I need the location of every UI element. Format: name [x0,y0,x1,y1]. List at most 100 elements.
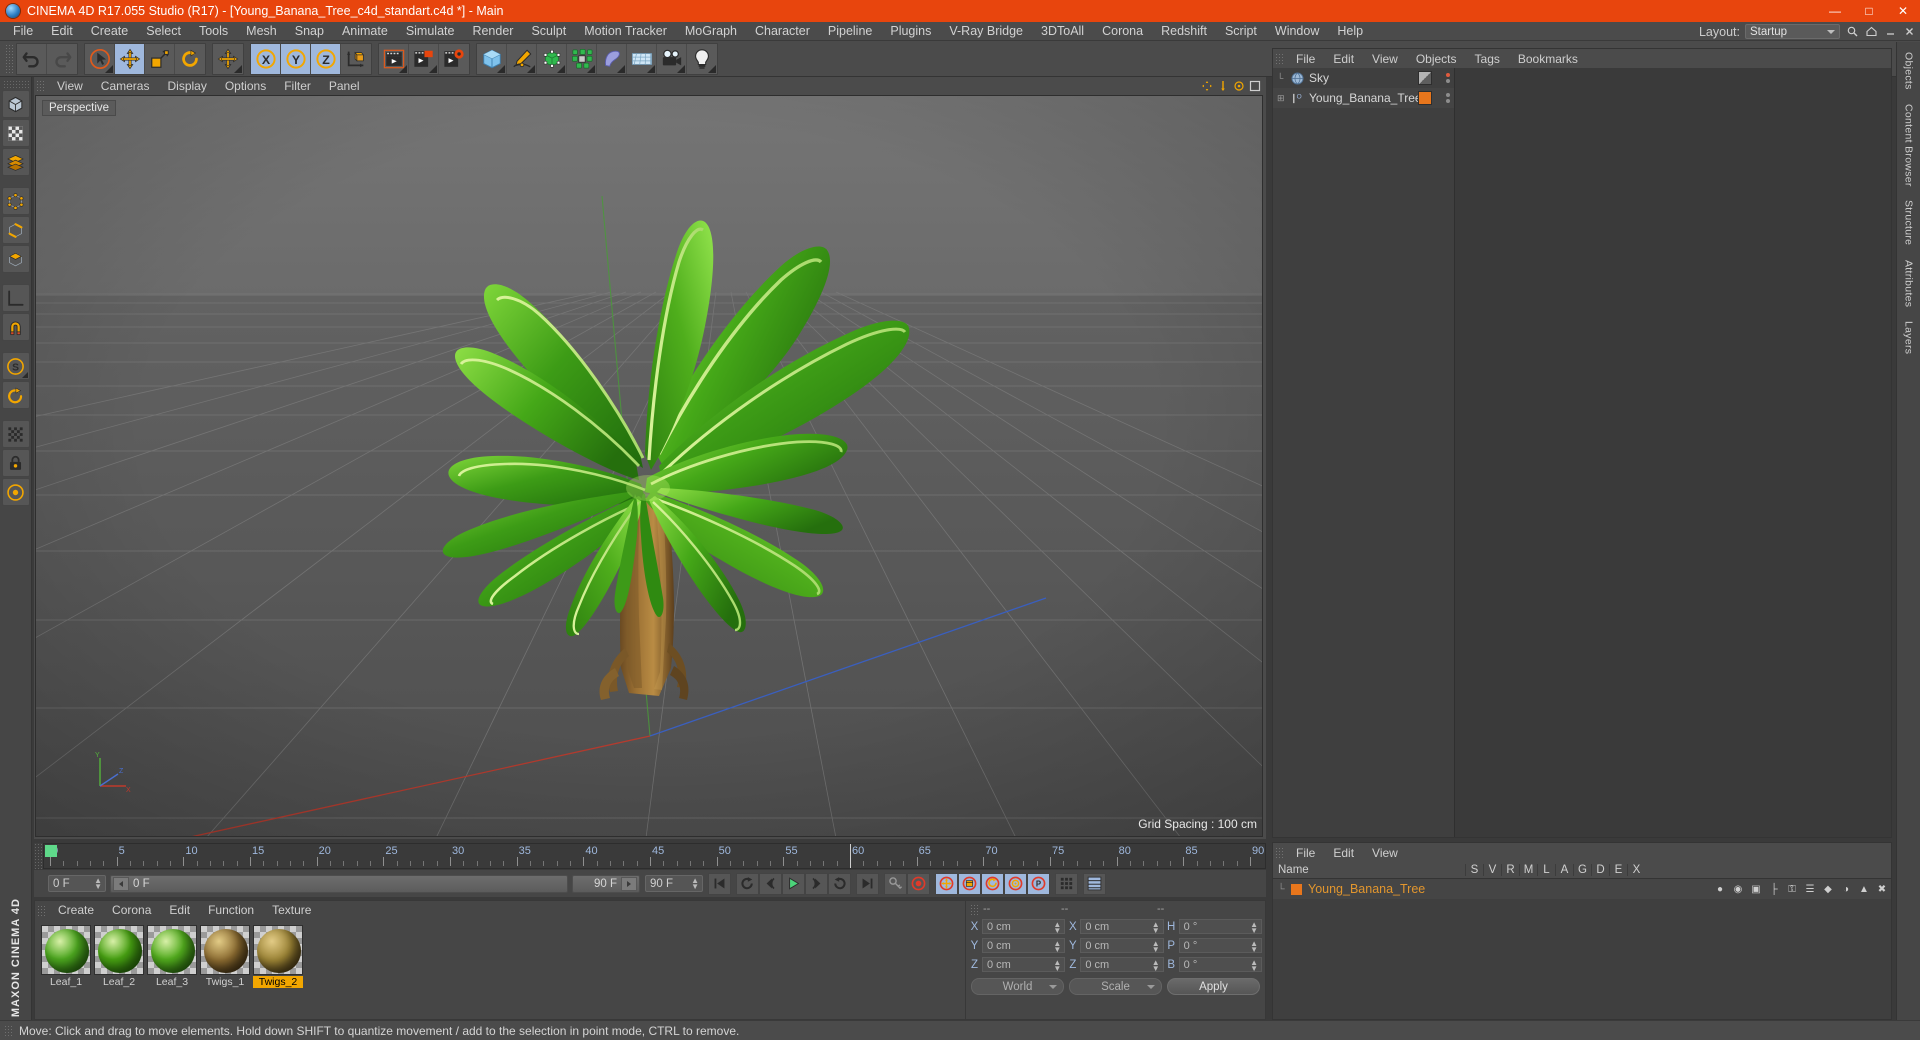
scrubber-knob[interactable] [113,876,129,891]
preview-range-end-field[interactable]: 90 F [572,874,640,893]
material-item[interactable]: Twigs_2 [253,925,303,988]
material-item[interactable]: Leaf_3 [147,925,197,988]
point-mode-tool[interactable] [1,187,30,215]
layer-column-l[interactable]: L [1537,864,1555,876]
object-menu-view[interactable]: View [1363,52,1407,66]
dock-tab-attributes[interactable]: Attributes [1903,253,1915,314]
lock-axis-tool[interactable] [1,449,30,477]
dock-tab-content-browser[interactable]: Content Browser [1903,97,1915,194]
position-input[interactable]: 0 cm ▲ ▼ [982,957,1066,973]
layer-column-a[interactable]: A [1555,864,1573,876]
model-mode-tool[interactable] [1,90,30,118]
layer-column-r[interactable]: R [1501,864,1519,876]
expand-icon[interactable]: ⊞ [1277,93,1291,104]
layer-column-v[interactable]: V [1483,864,1501,876]
menu-corona[interactable]: Corona [1093,22,1152,41]
record-position-button[interactable] [935,872,958,895]
polygon-mode-tool[interactable] [1,245,30,273]
object-menu-edit[interactable]: Edit [1324,52,1363,66]
layer-flag-a-icon[interactable]: ☰ [1801,884,1819,895]
menu-window[interactable]: Window [1266,22,1328,41]
material-preview[interactable] [41,925,91,975]
size-input[interactable]: 0 cm ▲ ▼ [1080,919,1164,935]
record-button[interactable] [907,872,930,895]
end-frame-field[interactable]: 90 F ▲ ▼ [645,875,703,892]
rotation-input[interactable]: 0 ° ▲ ▼ [1178,919,1262,935]
menu-3dtoall[interactable]: 3DToAll [1032,22,1093,41]
preview-range-knob[interactable] [621,876,637,891]
material-menu-create[interactable]: Create [49,903,103,917]
menu-redshift[interactable]: Redshift [1152,22,1216,41]
render-view-button[interactable] [379,43,409,74]
autokey-toggle[interactable] [884,872,907,895]
layer-name[interactable]: Young_Banana_Tree [1308,882,1425,896]
menu-select[interactable]: Select [137,22,190,41]
menu-script[interactable]: Script [1216,22,1266,41]
menu-edit[interactable]: Edit [42,22,82,41]
menu-file[interactable]: File [4,22,42,41]
add-cube-button[interactable] [477,43,507,74]
dolly-icon[interactable] [1216,79,1230,93]
minimize-panel-icon[interactable] [1883,25,1897,39]
menu-snap[interactable]: Snap [286,22,333,41]
viewport-menu-cameras[interactable]: Cameras [92,79,159,93]
menu-motion-tracker[interactable]: Motion Tracker [575,22,676,41]
menu-help[interactable]: Help [1328,22,1372,41]
material-preview[interactable] [200,925,250,975]
layer-column-x[interactable]: X [1627,864,1645,876]
spinner-icon[interactable]: ▲ ▼ [94,877,102,891]
step-back-button[interactable] [759,872,782,895]
material-menu-corona[interactable]: Corona [103,903,160,917]
spinner-icon[interactable]: ▲ ▼ [1053,940,1061,954]
pan-icon[interactable] [1200,79,1214,93]
layer-column-s[interactable]: S [1465,864,1483,876]
coordinate-grip[interactable] [970,903,979,915]
object-menu-objects[interactable]: Objects [1407,52,1466,66]
size-input[interactable]: 0 cm ▲ ▼ [1080,957,1164,973]
object-row[interactable]: ⊞ O Young_Banana_Tree [1273,88,1454,108]
viewport-solo-tool[interactable] [1,420,30,448]
layer-menu-grip[interactable] [1275,847,1284,858]
layer-menu-view[interactable]: View [1363,846,1407,860]
perspective-viewport[interactable]: Perspective Y Z X Grid Spacing: 100 cm [35,95,1263,837]
go-to-end-button[interactable] [856,872,879,895]
object-row[interactable]: └ Sky [1273,68,1454,88]
layer-mode-tool[interactable] [1,148,30,176]
workplane-tool[interactable] [1,284,30,312]
add-bend-deformer-button[interactable] [597,43,627,74]
object-name[interactable]: Young_Banana_Tree [1309,91,1422,105]
rotate-tool[interactable] [175,43,205,74]
add-floor-button[interactable] [627,43,657,74]
menu-plugins[interactable]: Plugins [881,22,940,41]
scale-tool[interactable] [145,43,175,74]
layout-dropdown[interactable]: Startup [1745,24,1840,39]
dock-tab-structure[interactable]: Structure [1903,193,1915,252]
viewport-menu-grip[interactable] [36,80,45,91]
search-icon[interactable] [1845,25,1859,39]
object-menu-tags[interactable]: Tags [1466,52,1509,66]
menu-v-ray-bridge[interactable]: V-Ray Bridge [940,22,1032,41]
spinner-icon[interactable]: ▲ ▼ [1152,959,1160,973]
spinner-icon[interactable]: ▲ ▼ [1250,959,1258,973]
left-palette-grip[interactable] [2,80,29,88]
texture-mode-tool[interactable] [1,119,30,147]
timeline-playhead[interactable] [850,844,851,868]
world-coordinate-toggle[interactable] [341,43,371,74]
spinner-icon[interactable]: ▲ ▼ [1250,940,1258,954]
layer-menu-file[interactable]: File [1287,846,1324,860]
layer-column-g[interactable]: G [1573,864,1591,876]
timeline-grip[interactable] [34,843,43,869]
maximize-button[interactable]: □ [1852,0,1886,22]
add-array-button[interactable] [567,43,597,74]
add-nurbs-button[interactable] [537,43,567,74]
orbit-icon[interactable] [1232,79,1246,93]
layer-color-swatch[interactable] [1291,883,1302,895]
layer-flag-e-icon[interactable]: ▲ [1855,884,1873,895]
layer-flag-s-icon[interactable]: ● [1711,884,1729,895]
x-axis-lock[interactable]: X [251,43,281,74]
viewport-menu-panel[interactable]: Panel [320,79,369,93]
timeline-current-frame-marker[interactable] [45,845,57,857]
menu-character[interactable]: Character [746,22,819,41]
menu-tools[interactable]: Tools [190,22,237,41]
material-item[interactable]: Twigs_1 [200,925,250,988]
